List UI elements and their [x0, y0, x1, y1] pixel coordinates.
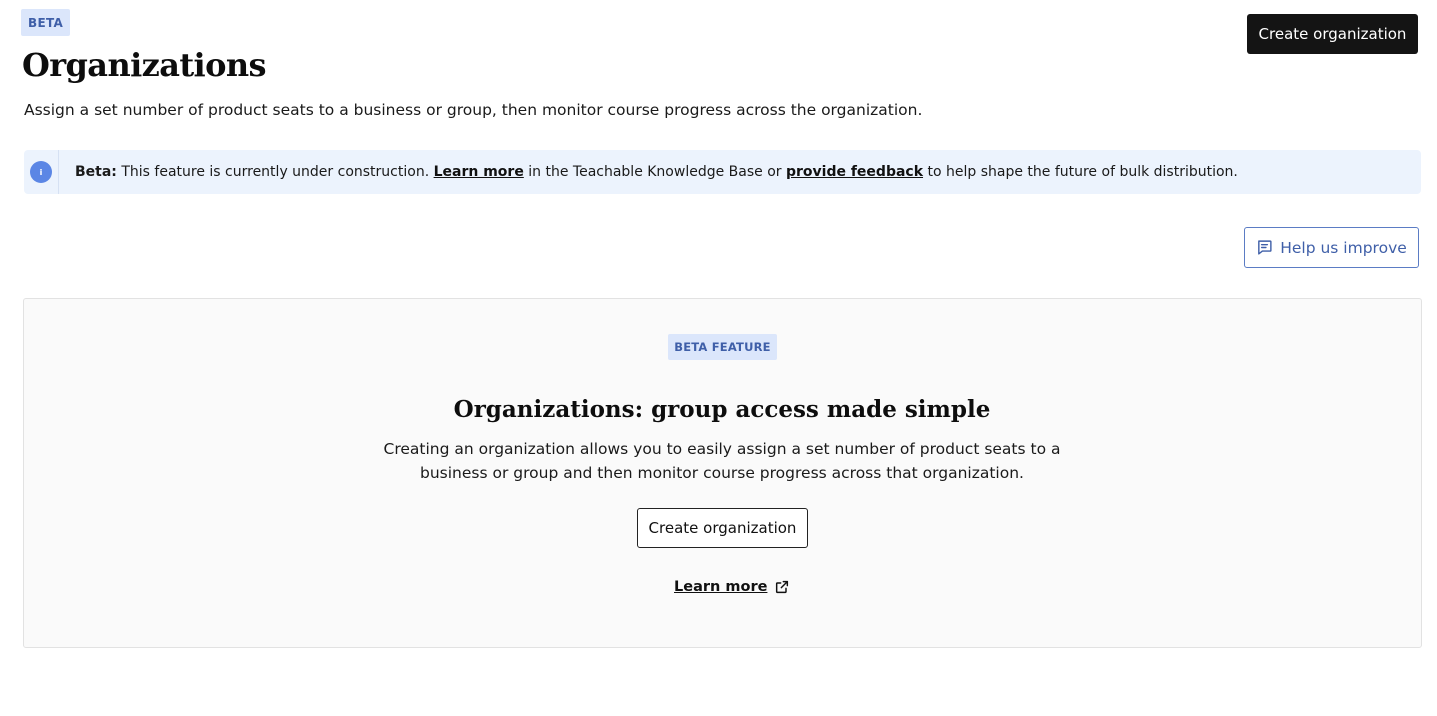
empty-state-description: Creating an organization allows you to e… — [383, 440, 1061, 482]
provide-feedback-link[interactable]: provide feedback — [786, 164, 923, 180]
banner-label: Beta: — [75, 164, 117, 180]
banner-text-part-1: This feature is currently under construc… — [116, 164, 434, 180]
beta-info-banner: i Beta: This feature is currently under … — [24, 150, 1421, 194]
banner-learn-more-link[interactable]: Learn more — [434, 164, 524, 180]
beta-feature-badge: BETA FEATURE — [668, 334, 777, 360]
external-link-icon — [776, 580, 789, 594]
message-square-icon — [1258, 240, 1272, 255]
beta-badge: BETA — [21, 9, 71, 36]
create-organization-button[interactable]: Create organization — [1247, 14, 1418, 54]
organizations-page: BETA Organizations Create organization A… — [0, 0, 1437, 716]
info-icon-column: i — [24, 150, 59, 194]
help-us-improve-label: Help us improve — [1280, 238, 1407, 257]
learn-more-label: Learn more — [674, 579, 768, 595]
banner-text: Beta: This feature is currently under co… — [75, 164, 1238, 180]
help-us-improve-button[interactable]: Help us improve — [1244, 227, 1419, 268]
empty-state-create-organization-button[interactable]: Create organization — [637, 508, 808, 548]
banner-text-part-2: in the Teachable Knowledge Base or — [523, 164, 786, 180]
banner-text-part-3: to help shape the future of bulk distrib… — [923, 164, 1238, 180]
empty-state-title: Organizations: group access made simple — [453, 396, 991, 423]
learn-more-link[interactable]: Learn more — [674, 579, 790, 595]
info-icon: i — [30, 161, 52, 183]
page-description: Assign a set number of product seats to … — [24, 101, 923, 119]
page-title: Organizations — [22, 46, 267, 84]
